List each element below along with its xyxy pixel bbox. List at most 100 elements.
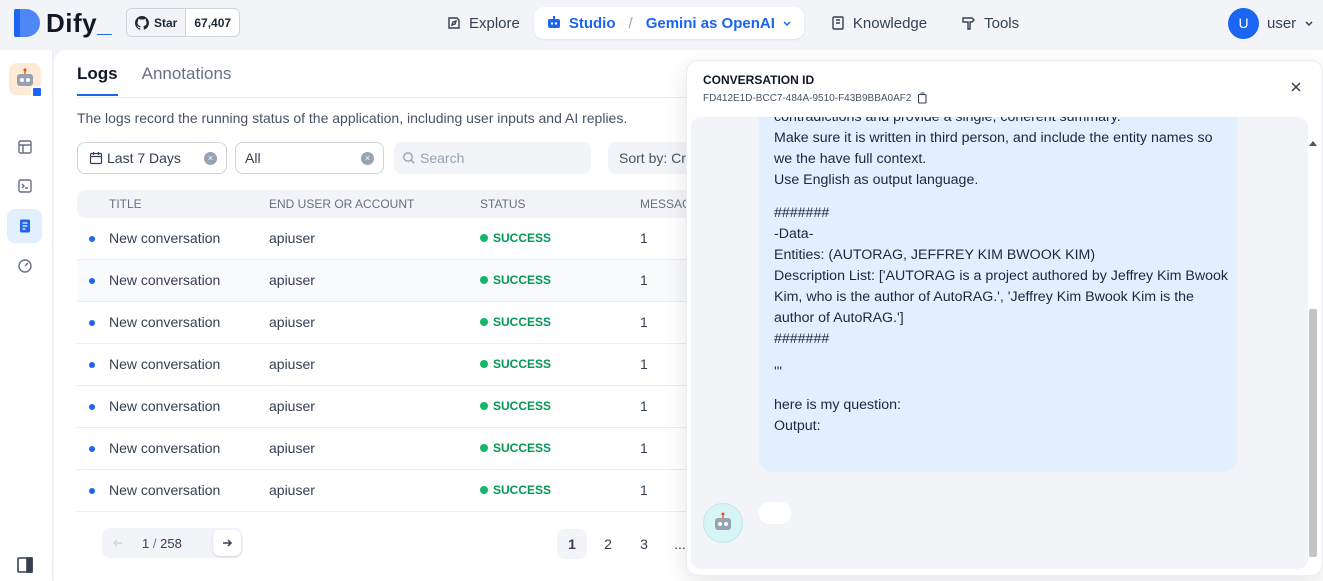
github-star-button[interactable]: Star <box>127 9 187 36</box>
calendar-icon <box>89 152 103 165</box>
app-sidebar <box>0 50 53 581</box>
row-title: New conversation <box>109 356 221 372</box>
status-filter-value: All <box>245 150 261 166</box>
prev-page-button[interactable] <box>104 530 132 556</box>
main-nav: Explore Studio / Gemini as OpenAI Knowle… <box>436 7 1029 39</box>
message-line: ####### <box>774 331 830 347</box>
message-line <box>774 191 1229 203</box>
next-page-button[interactable] <box>213 530 241 556</box>
dify-logo[interactable]: Dify_ <box>14 8 112 38</box>
nav-studio[interactable]: Studio / Gemini as OpenAI <box>533 7 804 39</box>
user-name: user <box>1267 14 1297 32</box>
filter-bar: Last 7 Days × All × Search Sort by: Cr <box>77 142 728 174</box>
conversation-id: FD412E1D-BCC7-484A-9510-F43B9BBA0AF2 <box>703 92 928 104</box>
message-line: ####### <box>774 205 830 221</box>
message-line: ''' <box>774 364 783 380</box>
total-pages: 258 <box>160 535 182 551</box>
book-icon <box>832 16 844 30</box>
conversation-id-value: FD412E1D-BCC7-484A-9510-F43B9BBA0AF2 <box>703 92 912 104</box>
current-page[interactable]: 1 <box>142 536 149 551</box>
row-messages: 1 <box>640 356 648 372</box>
status-badge: SUCCESS <box>480 315 551 329</box>
tab-logs[interactable]: Logs <box>77 64 118 96</box>
chat-area[interactable]: contradictions and provide a single, coh… <box>691 117 1308 569</box>
row-messages: 1 <box>640 482 648 498</box>
dify-logo-mark <box>14 9 40 37</box>
row-user: apiuser <box>269 440 315 456</box>
conversation-drawer: CONVERSATION ID FD412E1D-BCC7-484A-9510-… <box>686 60 1323 576</box>
arrow-left-icon <box>112 539 122 547</box>
column-end-user: END USER OR ACCOUNT <box>269 197 415 211</box>
app-switcher[interactable]: Gemini as OpenAI <box>646 15 775 32</box>
github-star-count[interactable]: 67,407 <box>186 9 239 36</box>
scroll-thumb[interactable] <box>1309 309 1317 557</box>
row-title: New conversation <box>109 398 221 414</box>
chat-scrollbar[interactable] <box>1306 119 1318 569</box>
user-message-text: contradictions and provide a single, coh… <box>774 117 1229 437</box>
row-title: New conversation <box>109 314 221 330</box>
message-line: Make sure it is written in third person,… <box>774 130 1213 167</box>
message-line: here is my question: <box>774 397 901 413</box>
table-row[interactable]: New conversation apiuser SUCCESS 1 <box>77 302 697 344</box>
user-menu[interactable]: U user <box>1228 7 1314 39</box>
status-badge: SUCCESS <box>480 399 551 413</box>
page-2-button[interactable]: 2 <box>593 529 623 559</box>
terminal-icon <box>17 179 32 193</box>
layout-icon <box>17 140 32 154</box>
nav-tools[interactable]: Tools <box>951 7 1029 39</box>
chevron-down-icon <box>1305 21 1313 27</box>
date-range-select[interactable]: Last 7 Days × <box>77 142 227 174</box>
sidebar-item-orchestrate[interactable] <box>7 130 42 164</box>
unread-dot <box>89 404 95 410</box>
message-line: -Data- <box>774 226 814 242</box>
page-indicator: 1 / 258 <box>142 535 182 551</box>
pagination-stepper: 1 / 258 <box>102 528 243 558</box>
date-range-value: Last 7 Days <box>107 150 181 166</box>
scroll-up-arrow-icon[interactable] <box>1309 141 1317 146</box>
status-filter-select[interactable]: All × <box>235 142 384 174</box>
close-icon[interactable] <box>1289 80 1303 94</box>
drawer-title: CONVERSATION ID <box>703 73 815 87</box>
clear-status-icon[interactable]: × <box>361 152 374 165</box>
row-user: apiuser <box>269 230 315 246</box>
sort-label: Sort by: <box>619 150 668 166</box>
clear-date-icon[interactable]: × <box>204 152 217 165</box>
logs-description: The logs record the running status of th… <box>77 110 628 126</box>
sidebar-item-logs[interactable] <box>7 209 42 243</box>
page-1-button[interactable]: 1 <box>557 529 587 559</box>
page-3-button[interactable]: 3 <box>629 529 659 559</box>
user-message-bubble: contradictions and provide a single, coh… <box>759 117 1237 472</box>
sidebar-item-api[interactable] <box>7 169 42 203</box>
table-row[interactable]: New conversation apiuser SUCCESS 1 <box>77 344 697 386</box>
row-user: apiuser <box>269 482 315 498</box>
column-status: STATUS <box>480 197 526 211</box>
nav-explore[interactable]: Explore <box>436 7 530 39</box>
sidebar-item-overview[interactable] <box>7 249 42 283</box>
message-line: Use English as output language. <box>774 172 979 188</box>
row-user: apiuser <box>269 356 315 372</box>
dify-logo-text: Dify_ <box>46 7 113 38</box>
copy-icon[interactable] <box>916 92 928 104</box>
table-row[interactable]: New conversation apiuser SUCCESS 1 <box>77 260 697 302</box>
message-line: Entities: (AUTORAG, JEFFREY KIM BWOOK KI… <box>774 247 1096 263</box>
github-icon <box>135 15 149 30</box>
nav-knowledge[interactable]: Knowledge <box>820 7 937 39</box>
message-line <box>774 350 1229 362</box>
github-star-label: Star <box>154 15 178 30</box>
unread-dot <box>89 488 95 494</box>
table-row[interactable]: New conversation apiuser SUCCESS 1 <box>77 218 697 260</box>
search-input[interactable]: Search <box>394 142 591 174</box>
github-star-widget[interactable]: Star 67,407 <box>126 8 241 37</box>
message-line: Description List: ['AUTORAG is a project… <box>774 268 1228 326</box>
table-row[interactable]: New conversation apiuser SUCCESS 1 <box>77 428 697 470</box>
unread-dot <box>89 362 95 368</box>
table-row[interactable]: New conversation apiuser SUCCESS 1 <box>77 470 697 512</box>
nav-studio-label: Studio <box>568 14 616 32</box>
sort-value: Cr <box>671 150 686 166</box>
column-title: TITLE <box>109 197 142 211</box>
tab-annotations[interactable]: Annotations <box>142 64 232 96</box>
sidebar-collapse-icon[interactable] <box>16 556 34 574</box>
row-messages: 1 <box>640 230 648 246</box>
table-row[interactable]: New conversation apiuser SUCCESS 1 <box>77 386 697 428</box>
file-list-icon <box>19 219 30 233</box>
